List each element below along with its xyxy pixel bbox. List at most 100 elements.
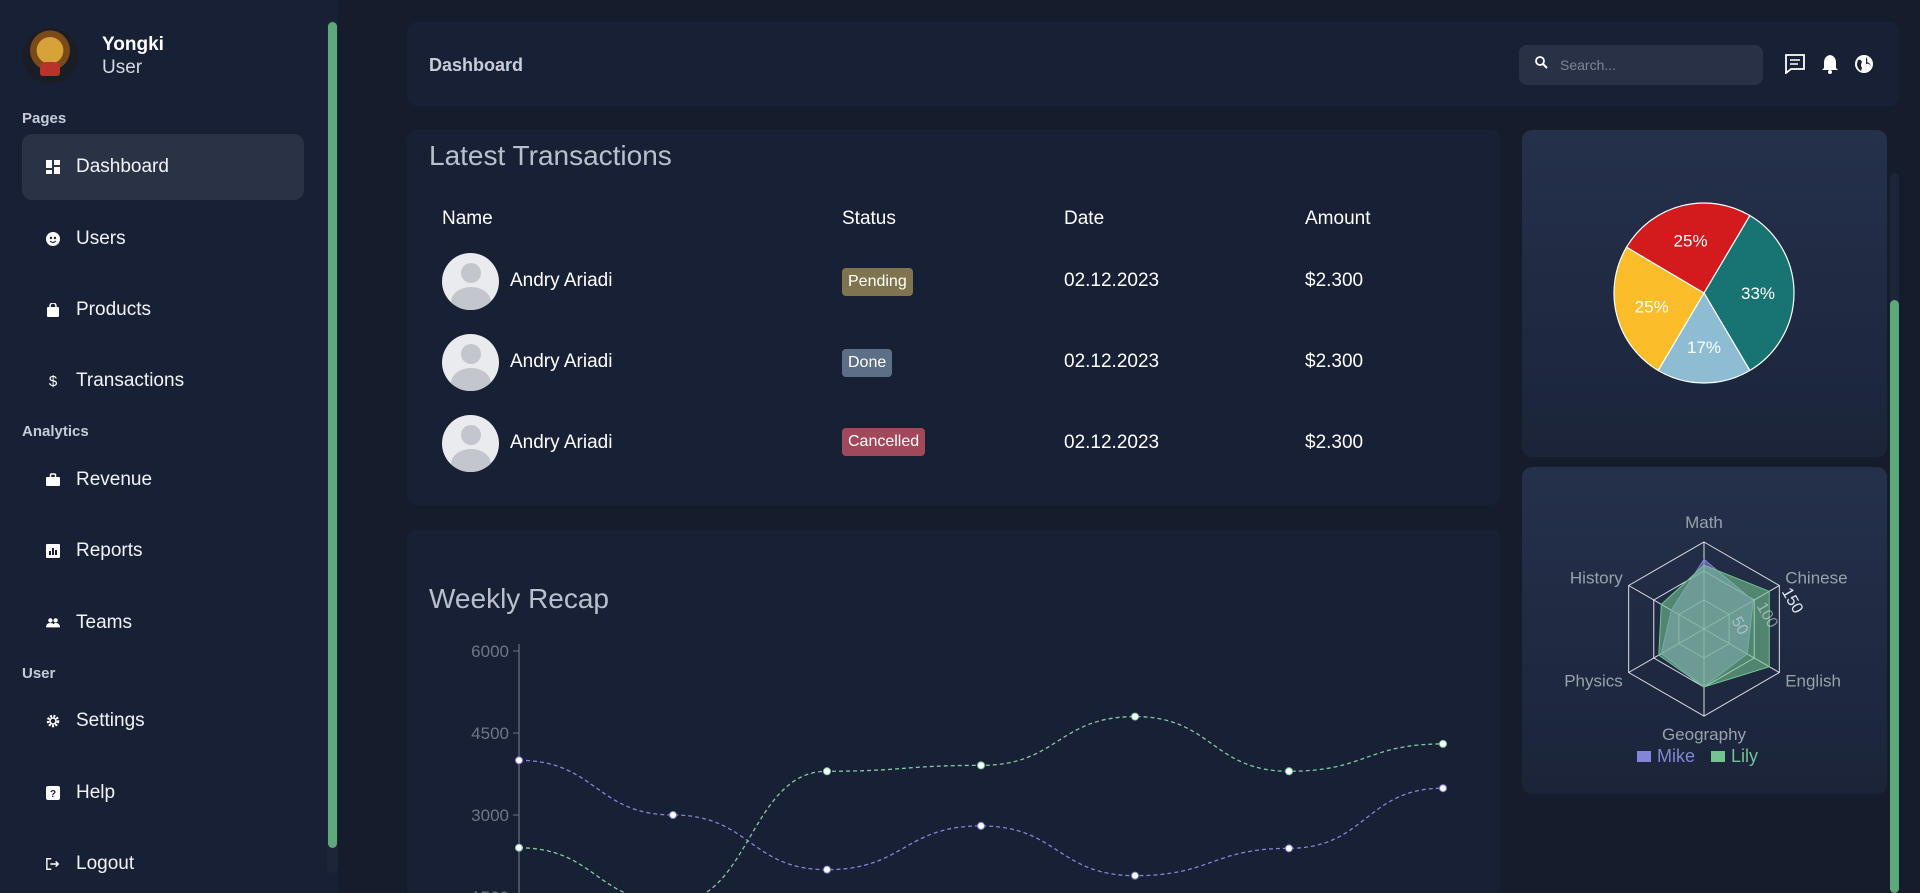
legend-swatch [1711, 751, 1725, 762]
data-point[interactable] [1131, 712, 1139, 721]
data-point[interactable] [515, 843, 523, 852]
team-icon [46, 616, 60, 630]
radar-axis-label: Chinese [1785, 569, 1847, 588]
row-amount: $2.300 [1305, 432, 1364, 453]
pie-slice-label: 25% [1674, 232, 1708, 251]
profile-name: Yongki [102, 33, 164, 55]
radar-axis-label: English [1785, 672, 1841, 691]
profile-role: User [102, 56, 143, 78]
pie-chart: 33% 17% 25% 25% [1613, 202, 1795, 384]
radar-chart: Math Chinese English Geography Physics Histor… [1564, 513, 1847, 766]
legend-label-mike[interactable]: Mike [1657, 746, 1695, 766]
row-amount: $2.300 [1305, 351, 1364, 372]
status-badge: Cancelled [842, 428, 926, 456]
data-point[interactable] [1285, 767, 1293, 776]
user-profile[interactable]: Yongki User [22, 28, 164, 84]
page-title: Dashboard [429, 55, 524, 75]
sidebar-item-label: Logout [76, 853, 135, 874]
sidebar-item-products[interactable]: Products [22, 277, 304, 343]
data-point[interactable] [515, 756, 523, 765]
section-label-analytics: Analytics [22, 423, 89, 440]
radar-axis-label: History [1570, 569, 1623, 588]
section-label-pages: Pages [22, 110, 67, 127]
briefcase-icon [46, 473, 60, 487]
y-tick-label: 6000 [471, 642, 509, 661]
sidebar-item-reports[interactable]: Reports [22, 518, 304, 584]
sidebar-item-label: Users [76, 228, 126, 249]
legend-label-lily[interactable]: Lily [1731, 746, 1758, 766]
status-badge: Done [842, 349, 893, 377]
status-badge: Pending [842, 268, 913, 296]
help-icon: ? [46, 786, 60, 800]
column-header-date: Date [1064, 208, 1105, 229]
column-header-amount: Amount [1305, 208, 1371, 229]
data-point[interactable] [1439, 784, 1447, 793]
sidebar-scrollbar-thumb[interactable] [328, 22, 337, 848]
sidebar-item-revenue[interactable]: Revenue [22, 447, 304, 513]
users-icon [46, 232, 60, 246]
search-box[interactable] [1519, 45, 1763, 85]
row-date: 02.12.2023 [1064, 432, 1160, 453]
y-tick-label: 1500 [471, 888, 509, 893]
sidebar-item-label: Dashboard [76, 156, 169, 177]
y-tick-label: 3000 [471, 806, 509, 825]
sidebar-item-label: Settings [76, 710, 145, 731]
shopping-bag-icon [46, 303, 60, 317]
row-amount: $2.300 [1305, 270, 1364, 291]
latest-transactions-card: Latest Transactions Name Status Date Amo… [407, 130, 1500, 505]
data-point[interactable] [1439, 739, 1447, 748]
chat-icon[interactable] [1785, 54, 1807, 76]
radar-series-lily[interactable] [1658, 564, 1770, 688]
search-input[interactable] [1560, 57, 1740, 73]
avatar [442, 334, 499, 391]
avatar [442, 415, 499, 472]
topbar: Dashboard [407, 22, 1899, 106]
bell-icon[interactable] [1821, 54, 1843, 76]
transactions-title: Latest Transactions [429, 140, 672, 171]
avatar [442, 253, 499, 310]
sidebar-item-settings[interactable]: Settings [22, 688, 304, 754]
report-icon [46, 544, 60, 558]
line-series-2 [518, 715, 1444, 893]
y-tick-label: 4500 [471, 724, 509, 743]
data-point[interactable] [1131, 871, 1139, 880]
row-name: Andry Ariadi [510, 432, 613, 453]
sidebar-item-logout[interactable]: Logout [22, 831, 304, 893]
data-point[interactable] [669, 811, 677, 819]
weekly-recap-card: Weekly Recap 6000450030001500 [407, 529, 1500, 893]
radar-axis-label: Physics [1564, 672, 1623, 691]
avatar [22, 28, 78, 84]
row-date: 02.12.2023 [1064, 351, 1160, 372]
sidebar-item-teams[interactable]: Teams [22, 590, 304, 656]
data-point[interactable] [1285, 844, 1293, 853]
pie-chart-card: 33% 17% 25% 25% [1522, 130, 1887, 457]
data-point[interactable] [823, 865, 831, 874]
data-point[interactable] [823, 767, 831, 776]
main-scrollbar-thumb[interactable] [1890, 300, 1899, 893]
sidebar-item-dashboard[interactable]: Dashboard [22, 134, 304, 200]
radar-axis-label: Math [1685, 513, 1723, 532]
section-label-user: User [22, 665, 56, 682]
row-name: Andry Ariadi [510, 351, 613, 372]
data-point[interactable] [977, 761, 985, 770]
sidebar-item-label: Teams [76, 612, 132, 633]
search-icon [1535, 56, 1548, 74]
dollar-icon: $ [48, 372, 58, 390]
data-point[interactable] [977, 821, 985, 830]
sidebar-item-help[interactable]: ? Help [22, 760, 304, 826]
svg-text:?: ? [50, 789, 56, 800]
sidebar-item-users[interactable]: Users [22, 206, 304, 272]
radar-tick-label: 150 [1778, 585, 1806, 617]
line-series-1 [518, 759, 1444, 877]
radar-chart-card: Math Chinese English Geography Physics Histor… [1522, 467, 1887, 794]
line-chart: 6000 4500 3000 1500 [471, 642, 1447, 893]
row-date: 02.12.2023 [1064, 270, 1160, 291]
pie-slice-label: 25% [1635, 297, 1669, 316]
column-header-status: Status [842, 208, 896, 229]
globe-icon[interactable] [1854, 54, 1876, 76]
pie-slice-label: 17% [1687, 338, 1721, 357]
sidebar-item-label: Reports [76, 540, 143, 561]
sidebar-item-transactions[interactable]: $ Transactions [22, 348, 304, 414]
sidebar-item-label: Revenue [76, 469, 153, 490]
pie-slice-label: 33% [1741, 284, 1775, 303]
